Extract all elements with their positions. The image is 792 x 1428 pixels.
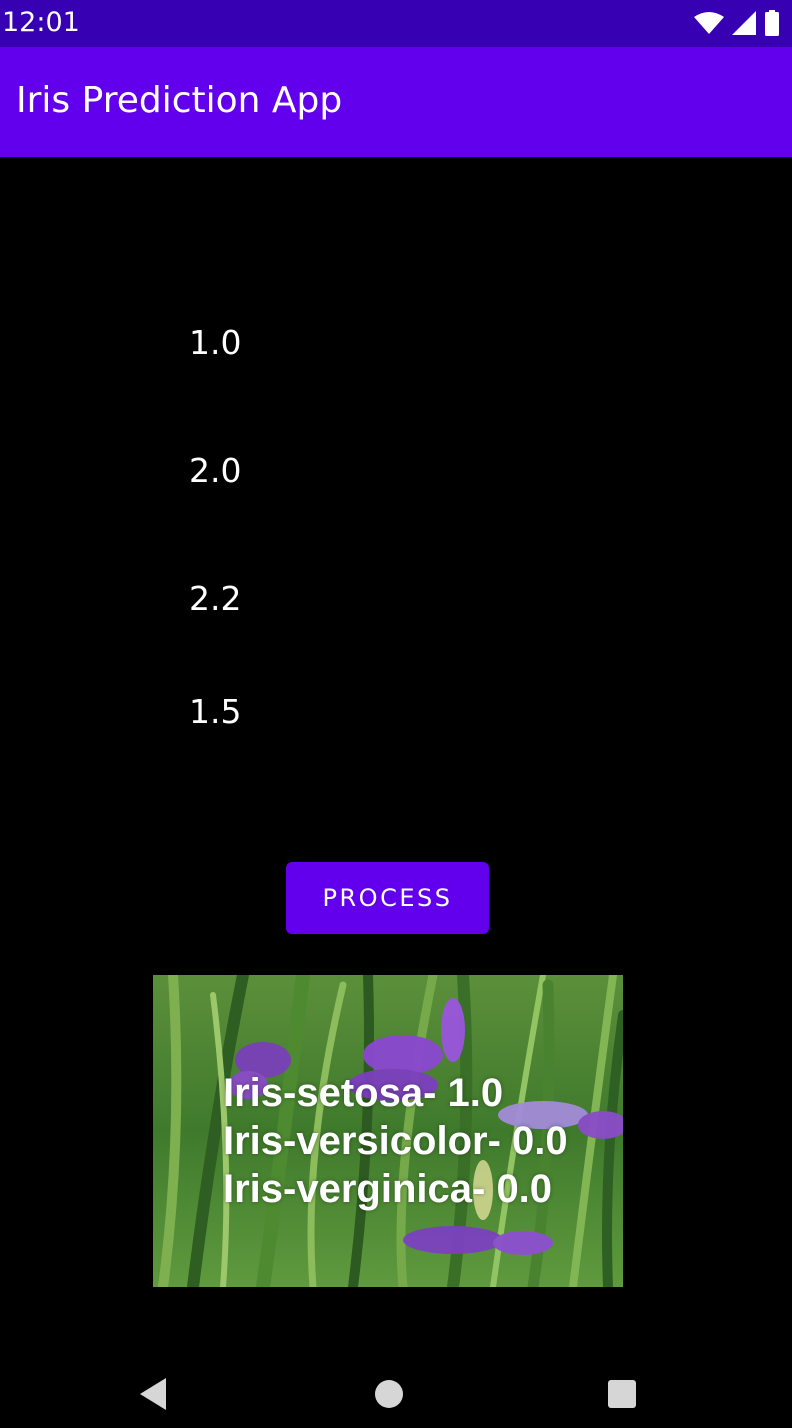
home-icon[interactable] (371, 1376, 407, 1412)
prediction-setosa: Iris-setosa- 1.0 (223, 1071, 504, 1115)
app-bar: Iris Prediction App (0, 47, 792, 157)
sepal-length-value[interactable]: 1.0 (189, 323, 241, 363)
navigation-bar (0, 1358, 792, 1428)
status-bar: 12:01 (0, 0, 792, 47)
signal-icon (732, 11, 756, 35)
sepal-width-value[interactable]: 2.0 (189, 451, 241, 491)
status-time: 12:01 (2, 7, 80, 38)
process-button[interactable]: PROCESS (286, 862, 489, 934)
prediction-verginica: Iris-verginica- 0.0 (223, 1167, 553, 1211)
petal-length-value[interactable]: 2.2 (189, 579, 241, 619)
back-icon[interactable] (135, 1376, 171, 1412)
prediction-versicolor: Iris-versicolor- 0.0 (223, 1119, 568, 1163)
battery-icon (764, 10, 780, 36)
wifi-icon (694, 11, 724, 35)
petal-width-value[interactable]: 1.5 (189, 692, 241, 732)
result-image: Iris-setosa- 1.0 Iris-versicolor- 0.0 Ir… (153, 975, 623, 1287)
recents-icon[interactable] (604, 1376, 640, 1412)
prediction-result: Iris-setosa- 1.0 Iris-versicolor- 0.0 Ir… (223, 1069, 568, 1213)
status-icons (694, 10, 780, 36)
app-title: Iris Prediction App (16, 80, 343, 121)
